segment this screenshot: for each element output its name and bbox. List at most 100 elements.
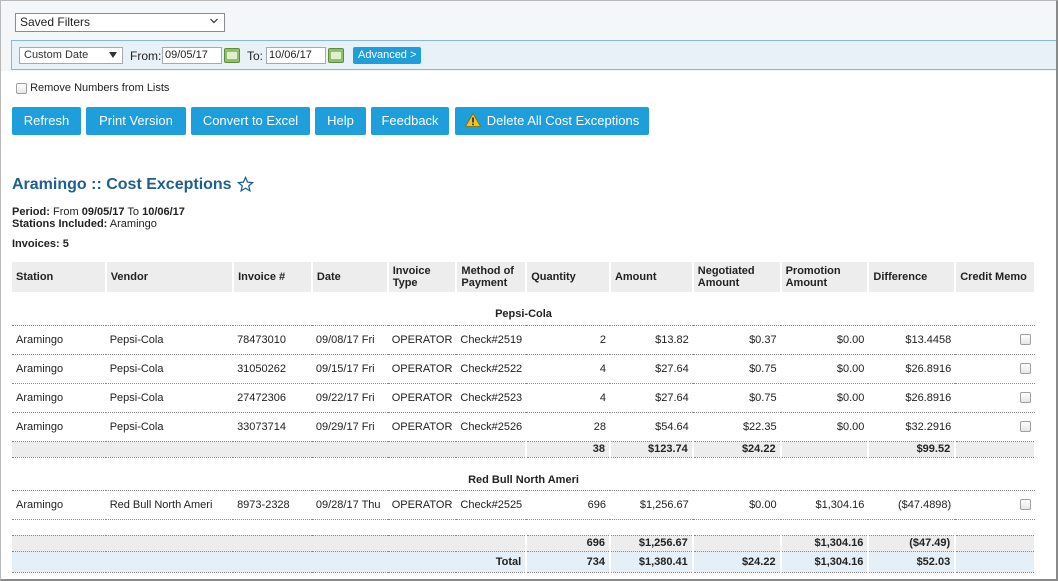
cell-credit-memo xyxy=(955,354,1035,384)
col-station[interactable]: Station xyxy=(12,262,107,292)
cell-quantity: 28 xyxy=(526,412,610,442)
cell-amount: $27.64 xyxy=(609,354,693,384)
cell-method: Check#2522 xyxy=(456,354,527,384)
subtotal-amount: $1,256.67 xyxy=(609,535,694,552)
cell-vendor: Pepsi-Cola xyxy=(105,383,234,413)
cell-difference: $32.2916 xyxy=(868,412,956,442)
total-difference: $52.03 xyxy=(868,551,957,573)
feedback-button[interactable]: Feedback xyxy=(371,107,449,135)
cell-date: 09/15/17 Fri xyxy=(311,354,388,384)
invoices-count: 5 xyxy=(62,238,69,250)
credit-memo-checkbox[interactable] xyxy=(1020,499,1031,511)
col-difference[interactable]: Difference xyxy=(868,262,957,292)
cell-promotion: $1,304.16 xyxy=(780,490,869,520)
period-line: Period: From 09/05/17 To 10/06/17 xyxy=(12,206,185,218)
cell-method: Check#2525 xyxy=(456,490,527,520)
cell-station: Aramingo xyxy=(12,412,106,442)
cell-invoice: 31050262 xyxy=(233,354,312,384)
period-to-text: To xyxy=(127,206,140,218)
cell-invoice: 8973-2328 xyxy=(233,490,312,520)
subtotal-row: 38 $123.74 $24.22 $99.52 xyxy=(12,441,1036,458)
col-date[interactable]: Date xyxy=(311,262,389,292)
remove-numbers-option[interactable]: Remove Numbers from Lists xyxy=(16,82,169,94)
total-amount: $1,380.41 xyxy=(609,551,694,573)
from-date-input[interactable]: 09/05/17 xyxy=(162,47,222,64)
total-negotiated: $24.22 xyxy=(692,551,782,573)
date-mode-select[interactable]: Custom Date xyxy=(19,47,123,64)
help-button[interactable]: Help xyxy=(315,107,366,135)
cell-credit-memo xyxy=(955,412,1035,442)
cell-type: OPERATOR xyxy=(387,412,457,442)
credit-memo-checkbox[interactable] xyxy=(1020,392,1031,404)
subtotal-promotion xyxy=(780,441,870,458)
col-amount[interactable]: Amount xyxy=(609,262,694,292)
cell-type: OPERATOR xyxy=(387,383,457,413)
subtotal-negotiated: $24.22 xyxy=(692,441,782,458)
invoices-label: Invoices: xyxy=(12,238,60,250)
cell-promotion: $0.00 xyxy=(780,325,869,355)
table-row: Aramingo Pepsi-Cola 31050262 09/15/17 Fr… xyxy=(12,354,1035,384)
total-label: Total xyxy=(12,551,528,573)
to-date-input[interactable]: 10/06/17 xyxy=(266,47,326,64)
date-filter-bar: Custom Date From: 09/05/17 To: 10/06/17 … xyxy=(11,40,1056,70)
stations-value: Aramingo xyxy=(109,218,157,230)
cell-difference: $26.8916 xyxy=(868,383,956,413)
subtotal-spacer xyxy=(12,441,528,458)
cell-promotion: $0.00 xyxy=(780,354,869,384)
cell-date: 09/22/17 Fri xyxy=(311,383,388,413)
table-header-row: Station Vendor Invoice # Date Invoice Ty… xyxy=(12,262,1036,292)
cell-invoice: 78473010 xyxy=(233,325,312,355)
subtotal-quantity: 38 xyxy=(526,441,611,458)
group-name: Pepsi-Cola xyxy=(12,292,1035,326)
refresh-button[interactable]: Refresh xyxy=(12,107,81,135)
cell-vendor: Pepsi-Cola xyxy=(105,325,234,355)
group-header-row: Red Bull North Ameri xyxy=(12,457,1035,491)
credit-memo-checkbox[interactable] xyxy=(1020,363,1031,375)
credit-memo-checkbox[interactable] xyxy=(1020,421,1031,433)
cell-station: Aramingo xyxy=(12,383,106,413)
convert-to-excel-button[interactable]: Convert to Excel xyxy=(191,107,310,135)
subtotal-negotiated xyxy=(692,535,782,552)
cell-credit-memo xyxy=(955,383,1035,413)
chevron-down-icon xyxy=(210,18,218,24)
cell-invoice: 27472306 xyxy=(233,383,312,413)
saved-filters-label: Saved Filters xyxy=(20,15,91,29)
page-title: Aramingo :: Cost Exceptions xyxy=(12,176,232,193)
col-negotiated-amount[interactable]: Negotiated Amount xyxy=(692,262,782,292)
cell-difference: ($47.4898) xyxy=(868,490,956,520)
advanced-button[interactable]: Advanced > xyxy=(353,47,422,64)
cell-type: OPERATOR xyxy=(387,325,457,355)
invoices-count-line: Invoices: 5 xyxy=(12,238,69,250)
col-invoice-type[interactable]: Invoice Type xyxy=(387,262,458,292)
favorite-star-icon[interactable] xyxy=(237,176,254,193)
cell-quantity: 2 xyxy=(526,325,610,355)
remove-numbers-label: Remove Numbers from Lists xyxy=(30,82,170,94)
cell-station: Aramingo xyxy=(12,325,106,355)
subtotal-spacer xyxy=(12,535,528,552)
col-invoice-number[interactable]: Invoice # xyxy=(233,262,313,292)
cell-amount: $13.82 xyxy=(609,325,693,355)
col-method-of-payment[interactable]: Method of Payment xyxy=(456,262,528,292)
date-mode-value: Custom Date xyxy=(24,49,89,61)
cell-station: Aramingo xyxy=(12,354,106,384)
spacer-row xyxy=(12,519,1035,536)
cell-vendor: Pepsi-Cola xyxy=(105,354,234,384)
cell-difference: $13.4458 xyxy=(868,325,956,355)
cell-method: Check#2526 xyxy=(456,412,527,442)
cell-amount: $54.64 xyxy=(609,412,693,442)
cost-exceptions-table: Station Vendor Invoice # Date Invoice Ty… xyxy=(12,262,1036,573)
credit-memo-checkbox[interactable] xyxy=(1020,334,1031,346)
remove-numbers-checkbox[interactable] xyxy=(16,82,27,94)
col-promotion-amount[interactable]: Promotion Amount xyxy=(780,262,870,292)
total-quantity: 734 xyxy=(526,551,611,573)
table-row: Aramingo Pepsi-Cola 78473010 09/08/17 Fr… xyxy=(12,325,1035,355)
cell-negotiated: $22.35 xyxy=(692,412,781,442)
col-vendor[interactable]: Vendor xyxy=(105,262,235,292)
calendar-icon[interactable] xyxy=(224,48,240,63)
col-credit-memo[interactable]: Credit Memo xyxy=(955,262,1036,292)
print-version-button[interactable]: Print Version xyxy=(86,107,186,135)
calendar-icon[interactable] xyxy=(328,48,344,63)
saved-filters-select[interactable]: Saved Filters xyxy=(15,13,225,32)
delete-all-cost-exceptions-button[interactable]: Delete All Cost Exceptions xyxy=(455,107,649,135)
col-quantity[interactable]: Quantity xyxy=(526,262,611,292)
